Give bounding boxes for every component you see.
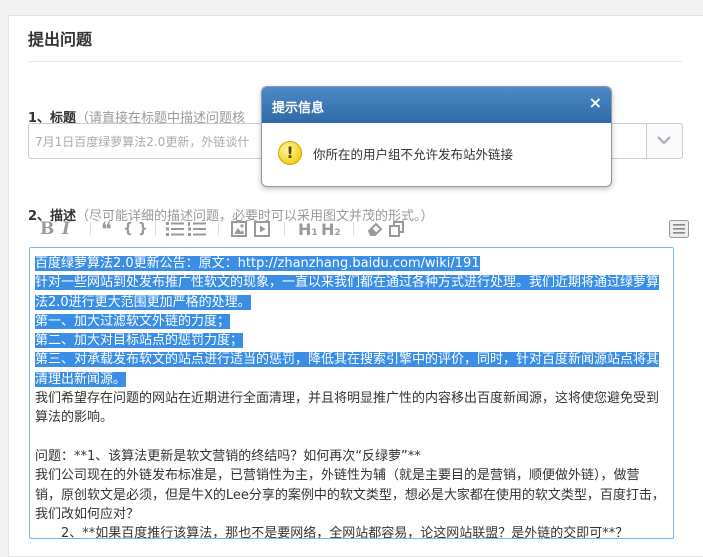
quote-button[interactable]: ❝ xyxy=(101,217,112,241)
toolbar-separator xyxy=(218,222,219,236)
preview-icon xyxy=(669,220,689,238)
dialog-title: 提示信息 xyxy=(272,101,325,116)
text-line: 算法的影响。 xyxy=(35,410,114,426)
close-icon[interactable]: × xyxy=(589,93,602,112)
heading1-letter: H xyxy=(298,219,312,239)
preview-toggle-button[interactable] xyxy=(669,219,689,239)
insert-video-button[interactable] xyxy=(254,219,270,239)
selected-line: 百度绿萝算法2.0更新公告：原文：http://zhanzhang.baidu.… xyxy=(35,256,480,271)
text-line: 销，原创软文是必须，但是牛X的Lee分享的案例中的软文类型，想必是大家都在使用的… xyxy=(35,487,665,503)
copy-icon xyxy=(389,221,404,237)
text-line: 2、**如果百度推行该算法，那也不是要网络，全网站都容易，论这网站联盟？是外链的… xyxy=(35,526,629,539)
selected-line: 第一、加大过滤软文外链的力度； xyxy=(35,313,231,329)
italic-button[interactable]: I xyxy=(62,219,70,239)
toolbar-separator xyxy=(90,222,91,236)
selected-line: 针对一些网站到处发布推广性软文的现象，一直以来我们都在通过各种方式进行处理。我们… xyxy=(35,275,660,291)
heading2-letter: H xyxy=(321,219,335,239)
image-icon xyxy=(231,221,247,237)
toolbar-separator xyxy=(353,222,354,236)
heading2-button[interactable]: H2 xyxy=(321,219,341,239)
paste-button[interactable] xyxy=(389,219,405,239)
numbered-list-icon xyxy=(188,222,206,236)
heading1-level: 1 xyxy=(311,228,318,238)
selected-line: 清理出新闻源。 xyxy=(35,371,127,387)
page-title: 提出问题 xyxy=(28,30,93,49)
bullet-list-icon xyxy=(166,222,184,236)
description-editor[interactable]: 百度绿萝算法2.0更新公告：原文：http://zhanzhang.baidu.… xyxy=(29,247,674,539)
toolbar-separator xyxy=(284,222,285,236)
title-divider xyxy=(28,61,682,62)
selected-line: 第二、加大对目标站点的惩罚力度； xyxy=(35,333,244,349)
eraser-button[interactable] xyxy=(367,219,383,239)
bullet-list-button[interactable] xyxy=(166,219,184,239)
heading2-level: 2 xyxy=(334,228,341,238)
insert-image-button[interactable] xyxy=(231,219,247,239)
editor-toolbar: B I ❝ { } H1 H2 xyxy=(28,217,689,241)
selected-line: 法2.0进行更大范围更加严格的处理。 xyxy=(35,294,251,310)
title-suggest-dropdown[interactable] xyxy=(646,123,683,159)
warning-icon: ! xyxy=(278,141,302,165)
toolbar-separator xyxy=(155,222,156,236)
bold-button[interactable]: B xyxy=(40,219,54,239)
eraser-icon xyxy=(367,222,383,236)
video-icon xyxy=(254,221,270,237)
selected-line: 第三、对承载发布软文的站点进行适当的惩罚，降低其在搜索引擎中的评价，同时，针对百… xyxy=(35,352,660,368)
text-line: 我们公司现在的外链发布标准是，已营销性为主，外链性为辅（就是主要目的是营销，顺便… xyxy=(35,468,640,484)
dialog-message: 你所在的用户组不允许发布站外链接 xyxy=(313,147,514,162)
title-input-value: 7月1日百度绿萝算法2.0更新，外链谈什 xyxy=(35,135,250,149)
alert-dialog: 提示信息 × ! 你所在的用户组不允许发布站外链接 xyxy=(261,86,612,187)
editor-content: 百度绿萝算法2.0更新公告：原文：http://zhanzhang.baidu.… xyxy=(35,254,667,539)
numbered-list-button[interactable] xyxy=(188,219,206,239)
chevron-down-icon xyxy=(657,136,671,145)
heading1-button[interactable]: H1 xyxy=(298,219,318,239)
code-button[interactable]: { } xyxy=(123,219,148,239)
text-line xyxy=(35,428,667,447)
text-line: 问题：**1、该算法更新是软文营销的终结吗？如何再次“反绿萝”** xyxy=(35,448,421,464)
dialog-header: 提示信息 × xyxy=(262,87,611,123)
text-line: 我们希望存在问题的网站在近期进行全面清理，并且将明显推广性的内容移出百度新闻源，… xyxy=(35,391,660,407)
text-line: 我们改如何应对？ xyxy=(35,506,140,522)
